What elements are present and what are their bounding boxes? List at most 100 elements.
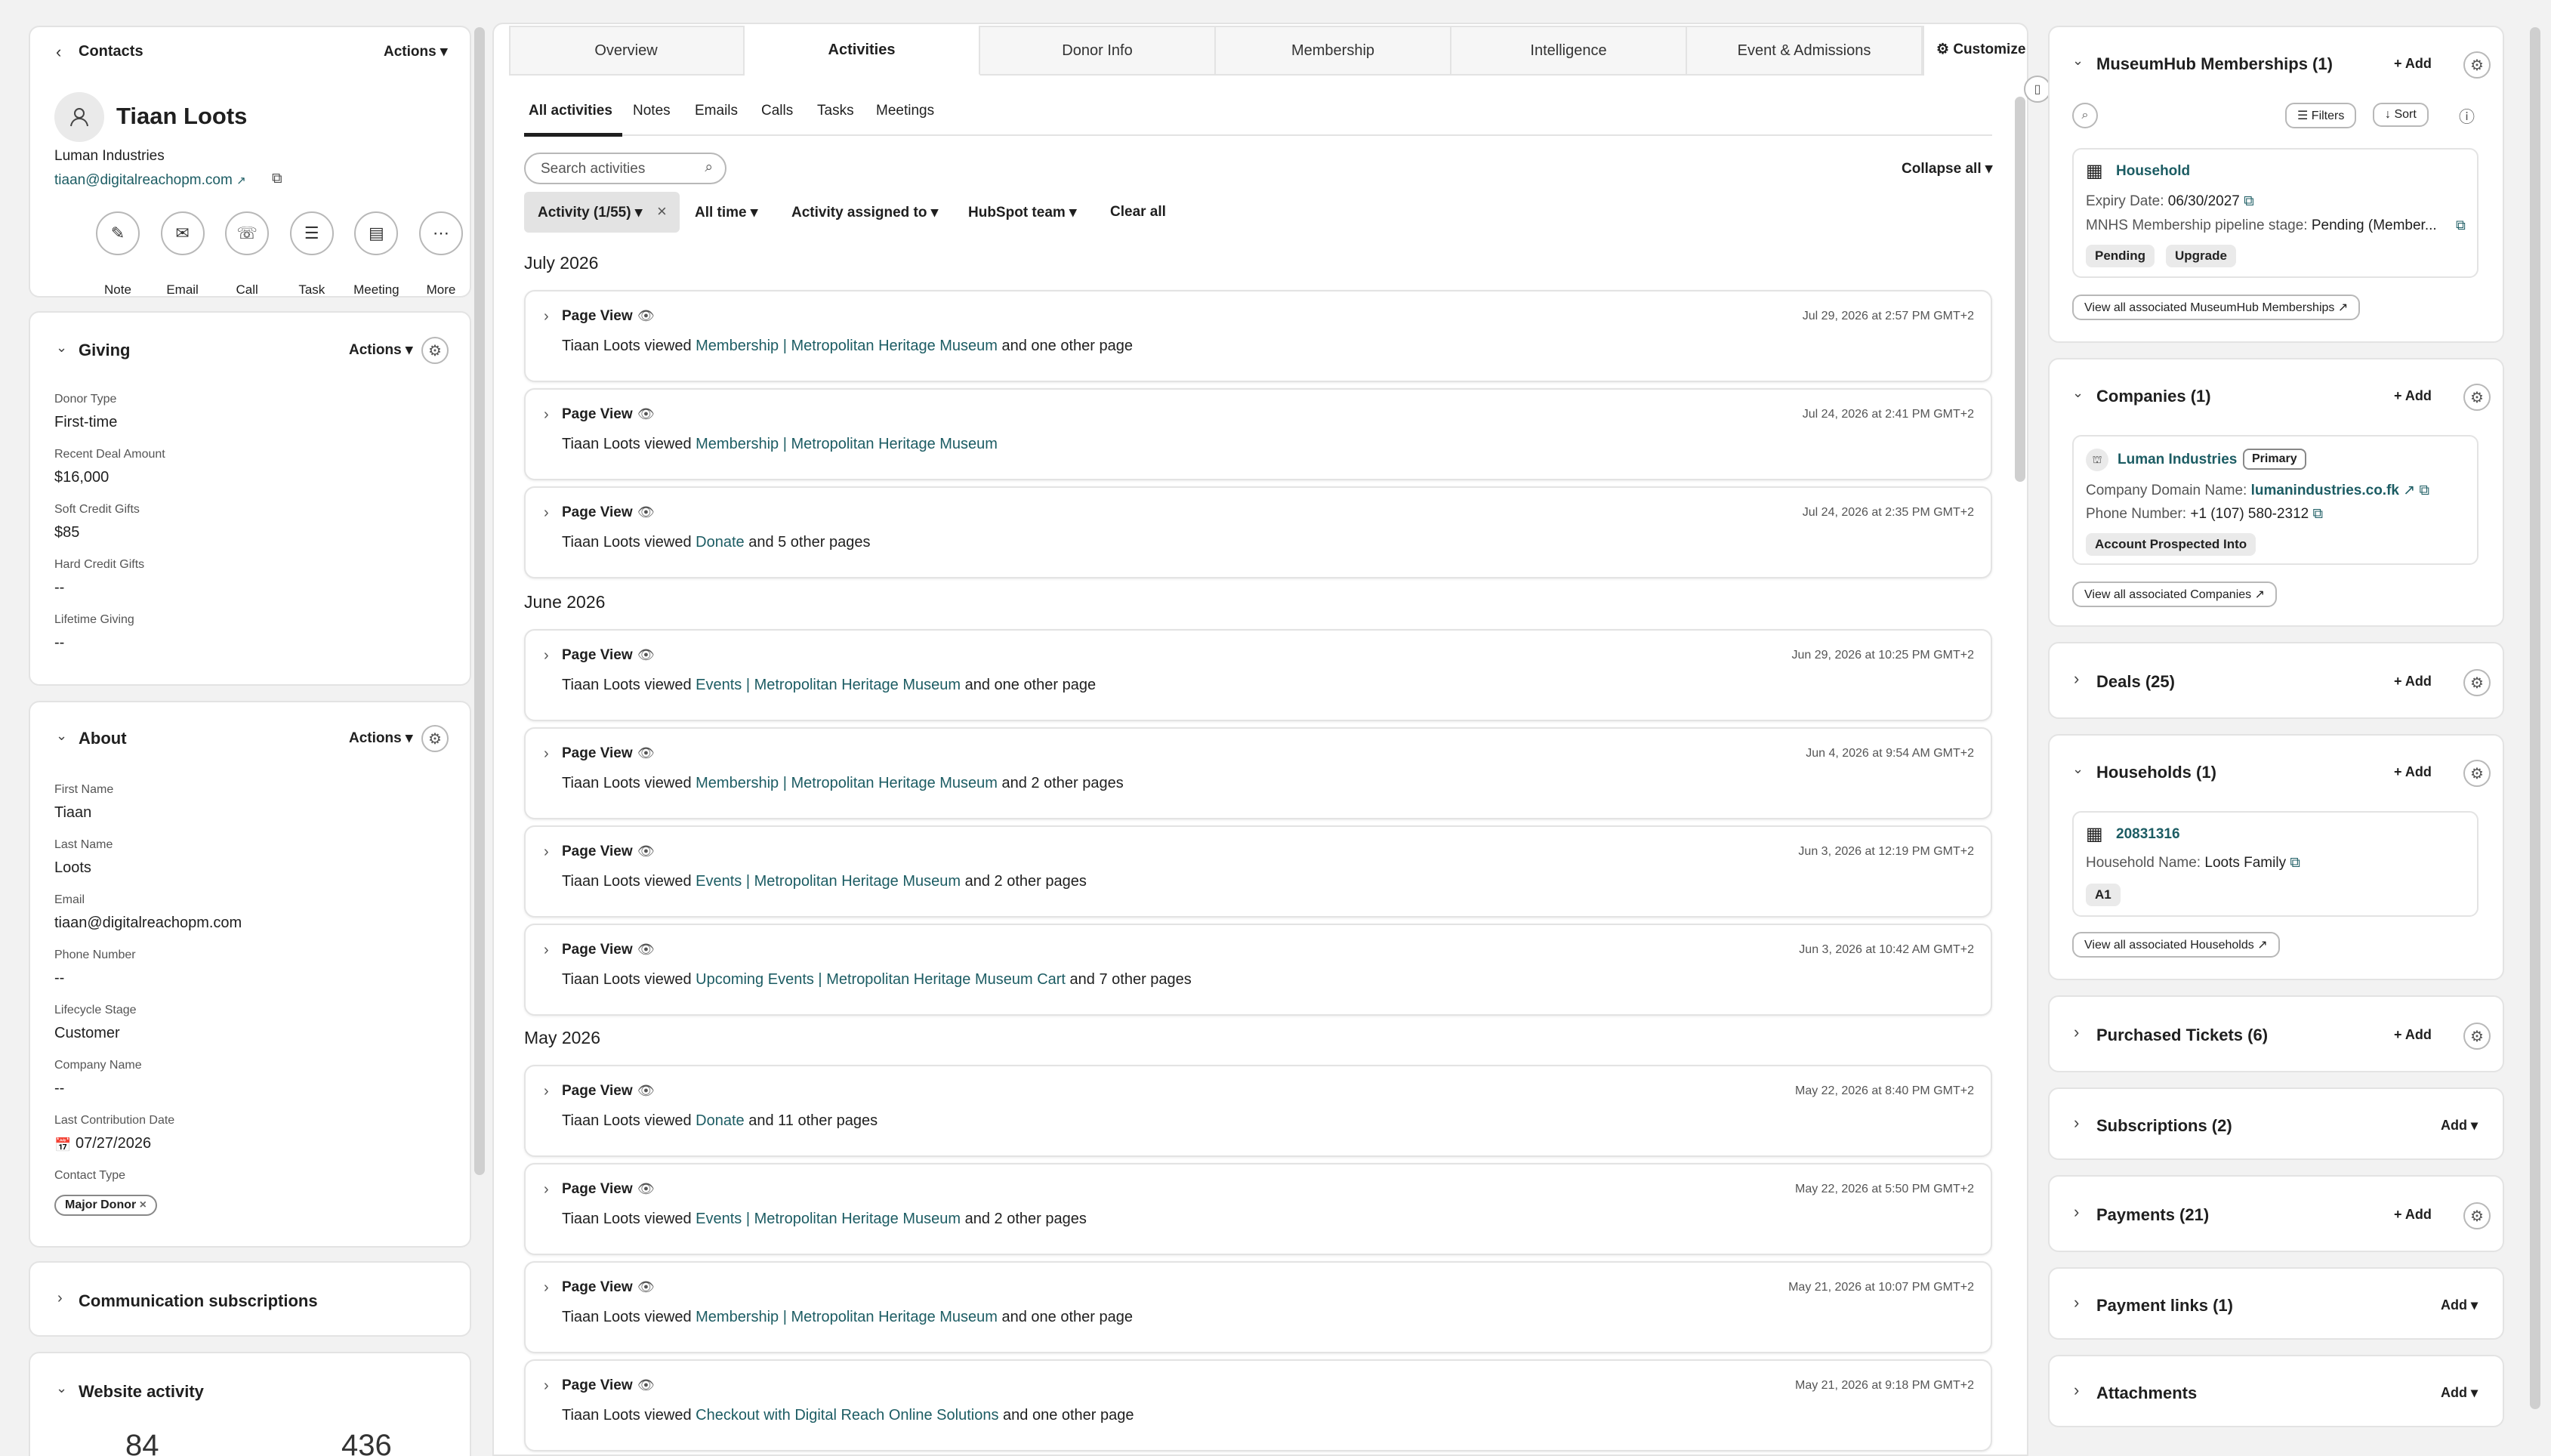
search-activities-input[interactable]: Search activities ⌕ xyxy=(524,153,726,184)
page-link[interactable]: Events | Metropolitan Heritage Museum xyxy=(696,873,961,890)
giving-actions-button[interactable]: Actions ▾ xyxy=(349,341,413,359)
collapse-all-button[interactable]: Collapse all ▾ xyxy=(1902,160,1992,177)
clear-all-button[interactable]: Clear all xyxy=(1110,204,1166,221)
field-value[interactable]: Customer xyxy=(54,1025,120,1042)
company-name-link[interactable]: Luman Industries xyxy=(2118,452,2237,468)
external-link-icon[interactable]: ↗ xyxy=(2403,483,2415,498)
chevron-right-icon[interactable]: › xyxy=(544,406,549,424)
contact-email-link[interactable]: tiaan@digitalreachopm.com ↗ xyxy=(54,172,246,189)
assigned-filter[interactable]: Activity assigned to ▾ xyxy=(791,204,938,221)
page-link[interactable]: Events | Metropolitan Heritage Museum xyxy=(696,677,961,693)
view-all-companies-button[interactable]: View all associated Companies ↗ xyxy=(2072,581,2278,607)
activity-card[interactable]: › Page View 👁 May 22, 2026 at 5:50 PM GMT+2… xyxy=(524,1163,1992,1255)
chevron-right-icon[interactable]: › xyxy=(544,844,549,861)
settings-gear-icon[interactable]: ⚙ xyxy=(2463,384,2491,411)
copy-icon[interactable]: ⧉ xyxy=(2244,193,2254,209)
task-action-button[interactable]: ☰ xyxy=(289,211,334,255)
chevron-down-icon[interactable]: ⌄ xyxy=(56,728,67,744)
field-value[interactable]: -- xyxy=(54,634,64,652)
view-all-households-button[interactable]: View all associated Households ↗ xyxy=(2072,932,2280,958)
field-value[interactable]: First-time xyxy=(54,414,117,431)
page-link[interactable]: Membership | Metropolitan Heritage Museu… xyxy=(696,338,998,354)
contact-type-tag[interactable]: Major Donor × xyxy=(54,1195,158,1216)
purchased-tickets-card[interactable]: › Purchased Tickets (6) + Add ⚙ xyxy=(2048,995,2504,1072)
customize-button[interactable]: ⚙ Customize xyxy=(1936,41,2025,58)
activity-card[interactable]: › Page View 👁 Jul 24, 2026 at 2:35 PM GMT+2… xyxy=(524,486,1992,578)
add-payment-link-dropdown[interactable]: Add ▾ xyxy=(2441,1297,2478,1313)
panel-toggle-icon[interactable]: ▯ xyxy=(2024,76,2051,103)
tab-overview[interactable]: Overview xyxy=(509,26,745,76)
subscriptions-card[interactable]: › Subscriptions (2) Add ▾ xyxy=(2048,1087,2504,1160)
field-value[interactable]: 07/27/2026 xyxy=(76,1135,151,1152)
page-link[interactable]: Donate xyxy=(696,534,745,551)
field-value[interactable]: -- xyxy=(54,1080,64,1097)
call-action-button[interactable]: ☏ xyxy=(225,211,270,255)
membership-record-link[interactable]: Household xyxy=(2116,163,2190,180)
center-scrollbar[interactable] xyxy=(2015,97,2025,482)
clear-filter-icon[interactable]: × xyxy=(657,202,667,221)
chevron-down-icon[interactable]: ⌄ xyxy=(2072,761,2084,777)
chevron-down-icon[interactable]: ⌄ xyxy=(56,1380,67,1396)
chevron-down-icon[interactable]: ⌄ xyxy=(2072,385,2084,401)
contact-actions-button[interactable]: Actions ▾ xyxy=(384,43,448,60)
subtab-notes[interactable]: Notes xyxy=(633,103,671,119)
subtab-emails[interactable]: Emails xyxy=(695,103,738,119)
chevron-right-icon[interactable]: › xyxy=(544,745,549,763)
about-actions-button[interactable]: Actions ▾ xyxy=(349,730,413,747)
attachments-card[interactable]: › Attachments Add ▾ xyxy=(2048,1355,2504,1427)
page-link[interactable]: Membership | Metropolitan Heritage Museu… xyxy=(696,775,998,791)
info-icon[interactable]: ⓘ xyxy=(2459,105,2475,128)
add-attachment-dropdown[interactable]: Add ▾ xyxy=(2441,1385,2478,1401)
add-deal-button[interactable]: + Add xyxy=(2394,674,2432,689)
communication-subscriptions-card[interactable]: › Communication subscriptions xyxy=(29,1261,471,1337)
activity-card[interactable]: › Page View 👁 Jul 29, 2026 at 2:57 PM GMT+2… xyxy=(524,290,1992,382)
copy-icon[interactable]: ⧉ xyxy=(2290,855,2300,871)
field-value[interactable]: -- xyxy=(54,970,64,987)
tab-membership[interactable]: Membership xyxy=(1216,26,1451,76)
activity-card[interactable]: › Page View 👁 Jun 29, 2026 at 10:25 PM GMT+… xyxy=(524,629,1992,721)
remove-tag-icon[interactable]: × xyxy=(140,1198,147,1211)
meeting-action-button[interactable]: ▤ xyxy=(354,211,399,255)
team-filter[interactable]: HubSpot team ▾ xyxy=(968,204,1077,221)
activity-card[interactable]: › Page View 👁 May 21, 2026 at 10:07 PM GMT+… xyxy=(524,1261,1992,1353)
activity-card[interactable]: › Page View 👁 Jun 3, 2026 at 12:19 PM GMT+2… xyxy=(524,825,1992,918)
chevron-right-icon[interactable]: › xyxy=(544,1377,549,1395)
subtab-meetings[interactable]: Meetings xyxy=(876,103,934,119)
field-value[interactable]: $16,000 xyxy=(54,469,109,486)
field-value[interactable]: Loots xyxy=(54,859,91,877)
page-link[interactable]: Events | Metropolitan Heritage Museum xyxy=(696,1211,961,1227)
activity-card[interactable]: › Page View 👁 Jun 4, 2026 at 9:54 AM GMT+2 T… xyxy=(524,727,1992,819)
tab-intelligence[interactable]: Intelligence xyxy=(1451,26,1687,76)
time-filter[interactable]: All time ▾ xyxy=(695,204,757,221)
payments-card[interactable]: › Payments (21) + Add ⚙ xyxy=(2048,1175,2504,1252)
back-to-contacts-link[interactable]: Contacts xyxy=(79,43,143,60)
chevron-right-icon[interactable]: › xyxy=(544,1279,549,1297)
back-chevron-icon[interactable]: ‹ xyxy=(56,42,61,62)
page-link[interactable]: Checkout with Digital Reach Online Solut… xyxy=(696,1407,998,1424)
chevron-right-icon[interactable]: › xyxy=(544,504,549,522)
activity-card[interactable]: › Page View 👁 May 22, 2026 at 8:40 PM GMT+2… xyxy=(524,1065,1992,1157)
subtab-tasks[interactable]: Tasks xyxy=(817,103,854,119)
deals-card[interactable]: › Deals (25) + Add ⚙ xyxy=(2048,642,2504,719)
settings-gear-icon[interactable]: ⚙ xyxy=(2463,51,2491,79)
add-company-button[interactable]: + Add xyxy=(2394,388,2432,404)
add-subscription-dropdown[interactable]: Add ▾ xyxy=(2441,1118,2478,1134)
chevron-right-icon[interactable]: › xyxy=(544,308,549,325)
settings-gear-icon[interactable]: ⚙ xyxy=(2463,760,2491,787)
activity-card[interactable]: › Page View 👁 Jul 24, 2026 at 2:41 PM GMT+2… xyxy=(524,388,1992,480)
copy-icon[interactable]: ⧉ xyxy=(272,171,282,187)
copy-icon[interactable]: ⧉ xyxy=(2313,506,2324,522)
tab-activities[interactable]: Activities xyxy=(745,26,980,76)
subtab-calls[interactable]: Calls xyxy=(761,103,793,119)
membership-search-button[interactable]: ⌕ xyxy=(2072,103,2098,128)
chevron-right-icon[interactable]: › xyxy=(544,1181,549,1198)
field-value[interactable]: $85 xyxy=(54,524,79,541)
copy-icon[interactable]: ⧉ xyxy=(2419,483,2429,498)
settings-gear-icon[interactable]: ⚙ xyxy=(421,725,449,752)
field-value[interactable]: -- xyxy=(54,579,64,597)
chevron-down-icon[interactable]: ⌄ xyxy=(56,340,67,356)
page-link[interactable]: Membership | Metropolitan Heritage Museu… xyxy=(696,1309,998,1325)
copy-icon[interactable]: ⧉ xyxy=(2456,217,2466,233)
activity-filter-chip[interactable]: Activity (1/55) ▾ × xyxy=(524,192,680,233)
page-link[interactable]: Membership | Metropolitan Heritage Museu… xyxy=(696,436,998,452)
